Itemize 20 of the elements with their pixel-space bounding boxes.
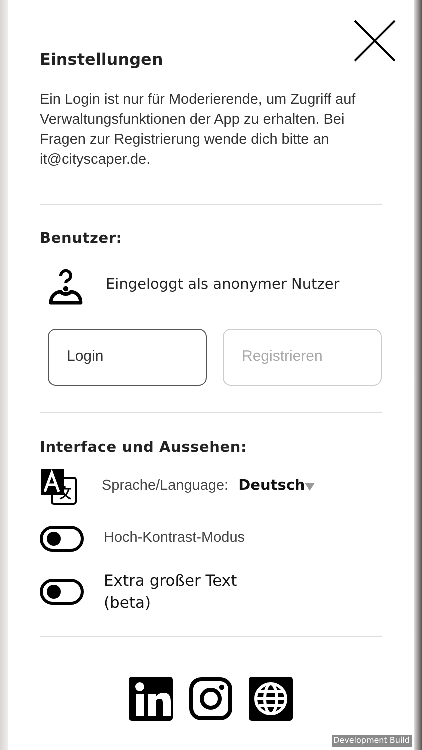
- instagram-icon[interactable]: [189, 676, 233, 720]
- linkedin-icon[interactable]: [129, 676, 173, 720]
- dialog-title: Einstellungen: [40, 49, 164, 71]
- close-icon[interactable]: [354, 20, 396, 62]
- language-label: Sprache/Language:: [102, 476, 229, 496]
- caret-icon: [305, 482, 316, 490]
- language-dropdown[interactable]: Deutsch: [238, 476, 316, 498]
- section-heading: Interface und Aussehen:: [40, 438, 248, 458]
- intro-paragraph: Ein Login ist nur für Moderierende, um Zugriff auf Verwaltungsfunktionen der App zu erhalten. Bei Fragen zur Registrierung wende dich bitte an it@cityscaper.de.: [40, 91, 357, 170]
- globe-icon[interactable]: [249, 676, 293, 720]
- toggle-label: Extra großer Text (beta): [104, 570, 238, 614]
- build-label: Development Build: [332, 735, 412, 747]
- login-button[interactable]: Login: [48, 328, 207, 386]
- section-heading: Benutzer:: [40, 230, 124, 249]
- toggle-label: Hoch-Kontrast-Modus: [104, 528, 246, 548]
- toggle-switch[interactable]: [40, 526, 84, 552]
- translate-icon: [40, 468, 78, 506]
- login-status-text: Eingeloggt als anonymer Nutzer: [106, 276, 340, 295]
- anonymous-user-icon: [48, 266, 84, 305]
- toggle-switch[interactable]: [40, 578, 84, 604]
